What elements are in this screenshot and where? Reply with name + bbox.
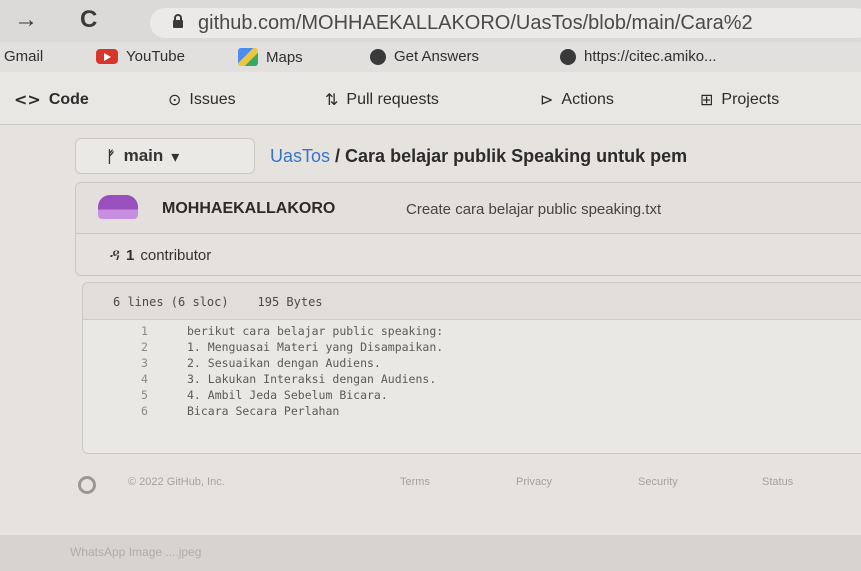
breadcrumb: UasTos / Cara belajar publik Speaking un… [270, 146, 688, 166]
bookmark-citec[interactable]: https://citec.amiko... [560, 48, 717, 65]
tab-actions[interactable]: ⊳ Actions [540, 90, 614, 109]
footer-link-status[interactable]: Status [762, 476, 793, 488]
branch-selector[interactable]: ᚠ main ▾ [75, 138, 255, 174]
issue-icon: ⊙ [168, 90, 182, 109]
browser-toolbar: → C github.com/MOHHAEKALLAKORO/UasTos/bl… [0, 0, 861, 42]
lock-icon [173, 14, 183, 28]
table-icon: ⊞ [700, 90, 714, 109]
youtube-icon [96, 49, 118, 64]
footer-link-privacy[interactable]: Privacy [516, 476, 552, 488]
commit-message[interactable]: Create cara belajar public speaking.txt [406, 201, 661, 218]
contributors[interactable]: ዳ 1 contributor [110, 245, 211, 265]
commit-author[interactable]: MOHHAEKALLAKORO [162, 200, 335, 218]
reload-icon[interactable]: C [80, 6, 97, 34]
file-info: 6 lines (6 sloc) 195 Bytes [113, 295, 323, 309]
download-bar: WhatsApp Image ....jpeg [0, 535, 861, 571]
pull-request-icon: ⇅ [325, 90, 339, 109]
chevron-down-icon: ▾ [171, 146, 180, 166]
forward-arrow-icon[interactable]: → [14, 6, 38, 34]
bookmarks-bar: Gmail YouTube Maps Get Answers https://c… [0, 42, 861, 72]
branch-icon: ᚠ [106, 146, 116, 166]
screen: → C github.com/MOHHAEKALLAKORO/UasTos/bl… [0, 0, 861, 571]
tab-issues[interactable]: ⊙ Issues [168, 90, 236, 109]
bookmark-gmail[interactable]: Gmail [4, 48, 43, 65]
avatar[interactable] [98, 195, 138, 219]
people-icon: ዳ [110, 245, 121, 264]
file-name: Cara belajar publik Speaking untuk pem [345, 146, 688, 166]
bookmark-youtube[interactable]: YouTube [96, 48, 185, 65]
globe-icon [370, 48, 386, 65]
footer-link-security[interactable]: Security [638, 476, 678, 488]
bookmark-get-answers[interactable]: Get Answers [370, 48, 479, 65]
footer-link-terms[interactable]: Terms [400, 476, 430, 488]
download-item[interactable]: WhatsApp Image ....jpeg [70, 545, 201, 559]
url-text[interactable]: github.com/MOHHAEKALLAKORO/UasTos/blob/m… [198, 12, 753, 35]
page-footer: © 2022 GitHub, Inc. Terms Privacy Securi… [0, 470, 861, 500]
tab-code[interactable]: <> Code [14, 90, 89, 109]
repo-link[interactable]: UasTos [270, 146, 330, 166]
globe-icon [560, 48, 576, 65]
copyright: © 2022 GitHub, Inc. [128, 476, 225, 488]
maps-icon [238, 48, 258, 66]
play-icon: ⊳ [540, 90, 554, 109]
tab-pull-requests[interactable]: ⇅ Pull requests [325, 90, 439, 109]
tab-projects[interactable]: ⊞ Projects [700, 90, 779, 109]
bookmark-maps[interactable]: Maps [238, 48, 303, 66]
commit-box: MOHHAEKALLAKORO Create cara belajar publ… [75, 182, 861, 276]
code-icon: <> [14, 90, 41, 109]
repo-nav: <> Code ⊙ Issues ⇅ Pull requests ⊳ Actio… [0, 72, 861, 125]
file-viewer: 6 lines (6 sloc) 195 Bytes 1 berikut cara… [82, 282, 861, 454]
latest-commit: MOHHAEKALLAKORO Create cara belajar publ… [76, 183, 861, 234]
file-header: 6 lines (6 sloc) 195 Bytes [83, 283, 861, 320]
github-logo-icon[interactable] [78, 476, 96, 494]
